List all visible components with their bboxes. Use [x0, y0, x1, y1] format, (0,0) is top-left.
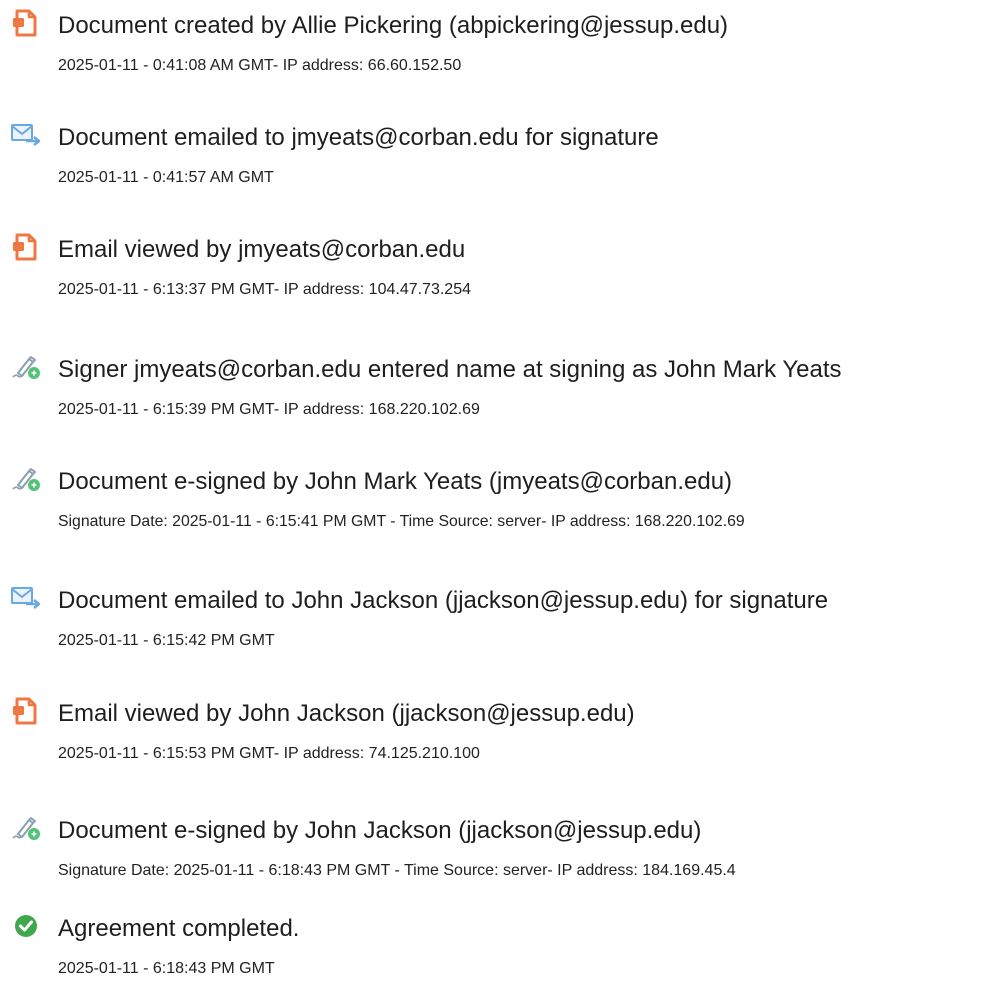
history-event: Agreement completed. 2025-01-11 - 6:18:4… [0, 908, 987, 988]
event-title: Email viewed by jmyeats@corban.edu [58, 236, 466, 263]
event-detail: 2025-01-11 - 6:15:42 PM GMT [58, 632, 275, 649]
checkmark-circle-icon [8, 911, 44, 941]
history-event: Document emailed to jmyeats@corban.edu f… [0, 117, 987, 197]
event-title: Document e-signed by John Jackson (jjack… [58, 817, 702, 844]
history-event: Document e-signed by John Mark Yeats (jm… [0, 461, 987, 541]
event-title: Email viewed by John Jackson (jjackson@j… [58, 700, 635, 727]
history-event: Document created by Allie Pickering (abp… [0, 5, 987, 85]
event-detail: Signature Date: 2025-01-11 - 6:15:41 PM … [58, 513, 745, 530]
event-detail: Signature Date: 2025-01-11 - 6:18:43 PM … [58, 862, 736, 879]
event-title: Document emailed to John Jackson (jjacks… [58, 587, 829, 614]
history-event: Signer jmyeats@corban.edu entered name a… [0, 349, 987, 429]
event-title: Signer jmyeats@corban.edu entered name a… [58, 356, 842, 383]
event-detail: 2025-01-11 - 0:41:57 AM GMT [58, 169, 274, 186]
event-detail: 2025-01-11 - 6:15:53 PM GMT- IP address:… [58, 745, 480, 762]
email-send-icon [8, 120, 44, 150]
signature-pen-icon [8, 813, 44, 843]
document-icon [8, 232, 44, 262]
history-event: Document e-signed by John Jackson (jjack… [0, 810, 987, 890]
signature-pen-icon [8, 464, 44, 494]
event-detail: 2025-01-11 - 6:15:39 PM GMT- IP address:… [58, 401, 480, 418]
event-detail: 2025-01-11 - 6:13:37 PM GMT- IP address:… [58, 281, 471, 298]
email-send-icon [8, 583, 44, 613]
event-title: Document emailed to jmyeats@corban.edu f… [58, 124, 659, 151]
history-event: Email viewed by John Jackson (jjackson@j… [0, 693, 987, 773]
event-title: Agreement completed. [58, 915, 300, 942]
event-title: Document e-signed by John Mark Yeats (jm… [58, 468, 733, 495]
history-event: Document emailed to John Jackson (jjacks… [0, 580, 987, 660]
event-detail: 2025-01-11 - 0:41:08 AM GMT- IP address:… [58, 57, 462, 74]
event-title: Document created by Allie Pickering (abp… [58, 12, 729, 39]
history-event: Email viewed by jmyeats@corban.edu 2025-… [0, 229, 987, 309]
event-detail: 2025-01-11 - 6:18:43 PM GMT [58, 960, 275, 977]
document-icon [8, 8, 44, 38]
document-icon [8, 696, 44, 726]
signature-pen-icon [8, 352, 44, 382]
